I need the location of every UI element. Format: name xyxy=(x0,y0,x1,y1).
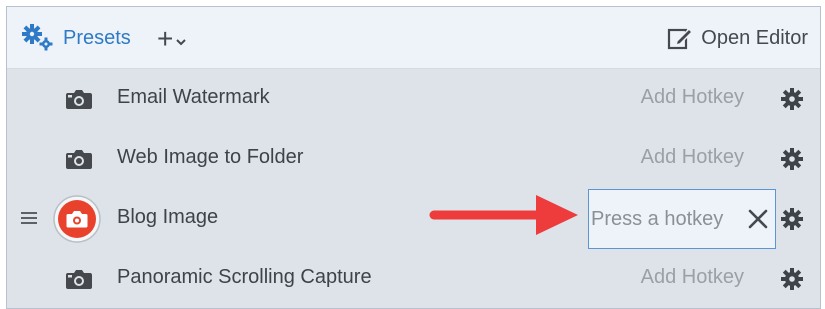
preset-name: Blog Image xyxy=(117,206,219,228)
gear-icon[interactable] xyxy=(780,147,804,171)
add-hotkey-link[interactable]: Add Hotkey xyxy=(641,146,744,169)
preset-row-web-image-to-folder[interactable]: Web Image to Folder Add Hotkey xyxy=(7,129,820,189)
add-hotkey-link[interactable]: Add Hotkey xyxy=(641,266,744,289)
presets-label: Presets xyxy=(63,26,131,49)
edit-pencil-icon xyxy=(668,27,694,50)
presets-button[interactable]: Presets xyxy=(21,23,131,53)
annotation-arrow-icon xyxy=(429,195,578,235)
drag-handle-icon[interactable] xyxy=(20,209,38,227)
preset-row-email-watermark[interactable]: Email Watermark Add Hotkey xyxy=(7,69,820,129)
hotkey-input[interactable] xyxy=(591,207,741,231)
presets-header: Presets + Open Editor xyxy=(7,7,820,69)
hotkey-capture-field[interactable] xyxy=(588,189,776,249)
preset-name: Panoramic Scrolling Capture xyxy=(117,266,372,288)
record-camera-icon[interactable] xyxy=(53,195,101,243)
open-editor-label: Open Editor xyxy=(701,26,808,49)
camera-icon xyxy=(66,90,92,109)
add-preset-button[interactable]: + xyxy=(157,25,187,53)
open-editor-button[interactable]: Open Editor xyxy=(667,23,808,53)
presets-panel: Presets + Open Editor Email Watermark Ad… xyxy=(6,6,821,309)
clear-hotkey-icon[interactable] xyxy=(747,208,769,230)
camera-icon xyxy=(66,150,92,169)
add-label: + xyxy=(157,23,174,54)
preset-name: Email Watermark xyxy=(117,86,270,108)
gear-cluster-icon xyxy=(22,24,53,51)
gear-icon[interactable] xyxy=(780,87,804,111)
gear-icon[interactable] xyxy=(780,207,804,231)
preset-row-blog-image[interactable]: Blog Image xyxy=(7,189,820,249)
preset-name: Web Image to Folder xyxy=(117,146,304,168)
add-hotkey-link[interactable]: Add Hotkey xyxy=(641,86,744,109)
gear-icon[interactable] xyxy=(780,267,804,291)
preset-row-panoramic-scrolling-capture[interactable]: Panoramic Scrolling Capture Add Hotkey xyxy=(7,249,820,308)
chevron-down-icon xyxy=(176,39,187,46)
camera-icon xyxy=(66,270,92,289)
